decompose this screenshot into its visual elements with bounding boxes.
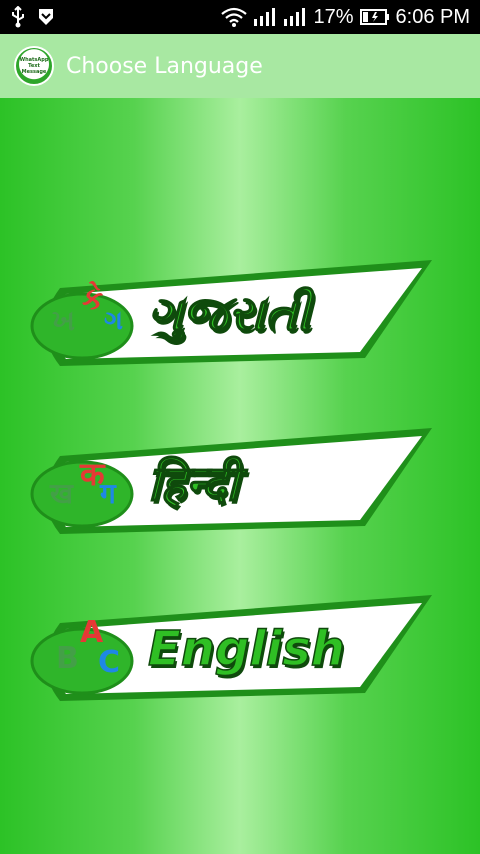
glyph-2: B [56, 641, 79, 676]
gujarati-language-button[interactable]: કે ખ ગ ગુજરાતી [30, 258, 435, 373]
battery-icon [359, 9, 390, 25]
glyph-2: ख [50, 477, 73, 510]
gujarati-label: ગુજરાતી [147, 285, 311, 343]
status-bar: 17% 6:06 PM [0, 0, 480, 34]
glyph-2: ખ [52, 304, 76, 337]
glyph-3: C [98, 645, 121, 680]
glyph-badge: क ख ग [34, 448, 134, 520]
status-time: 6:06 PM [395, 5, 470, 28]
language-list: કે ખ ગ ગુજરાતી क ख ग हिन्दी A B C Englis… [0, 98, 480, 854]
english-language-button[interactable]: A B C English [30, 593, 435, 708]
usb-icon [10, 6, 26, 28]
hindi-label: हिन्दी [147, 455, 239, 513]
battery-percent: 17% [313, 5, 354, 28]
app-logo-icon: WhatsApp Text Message [14, 46, 54, 86]
hindi-language-button[interactable]: क ख ग हिन्दी [30, 426, 435, 541]
app-logo-text-3: Message [21, 69, 47, 75]
glyph-1: કે [82, 282, 104, 317]
english-label: English [147, 620, 345, 678]
glyph-3: ग [100, 477, 116, 510]
glyph-3: ગ [104, 306, 123, 336]
action-bar: WhatsApp Text Message Choose Language [0, 34, 480, 98]
wifi-icon [221, 7, 248, 27]
glyph-badge: A B C [34, 615, 134, 687]
signal-icon [283, 7, 307, 27]
download-icon [38, 7, 54, 27]
page-title: Choose Language [66, 53, 263, 79]
signal-icon [253, 7, 277, 27]
glyph-badge: કે ખ ગ [34, 280, 134, 352]
